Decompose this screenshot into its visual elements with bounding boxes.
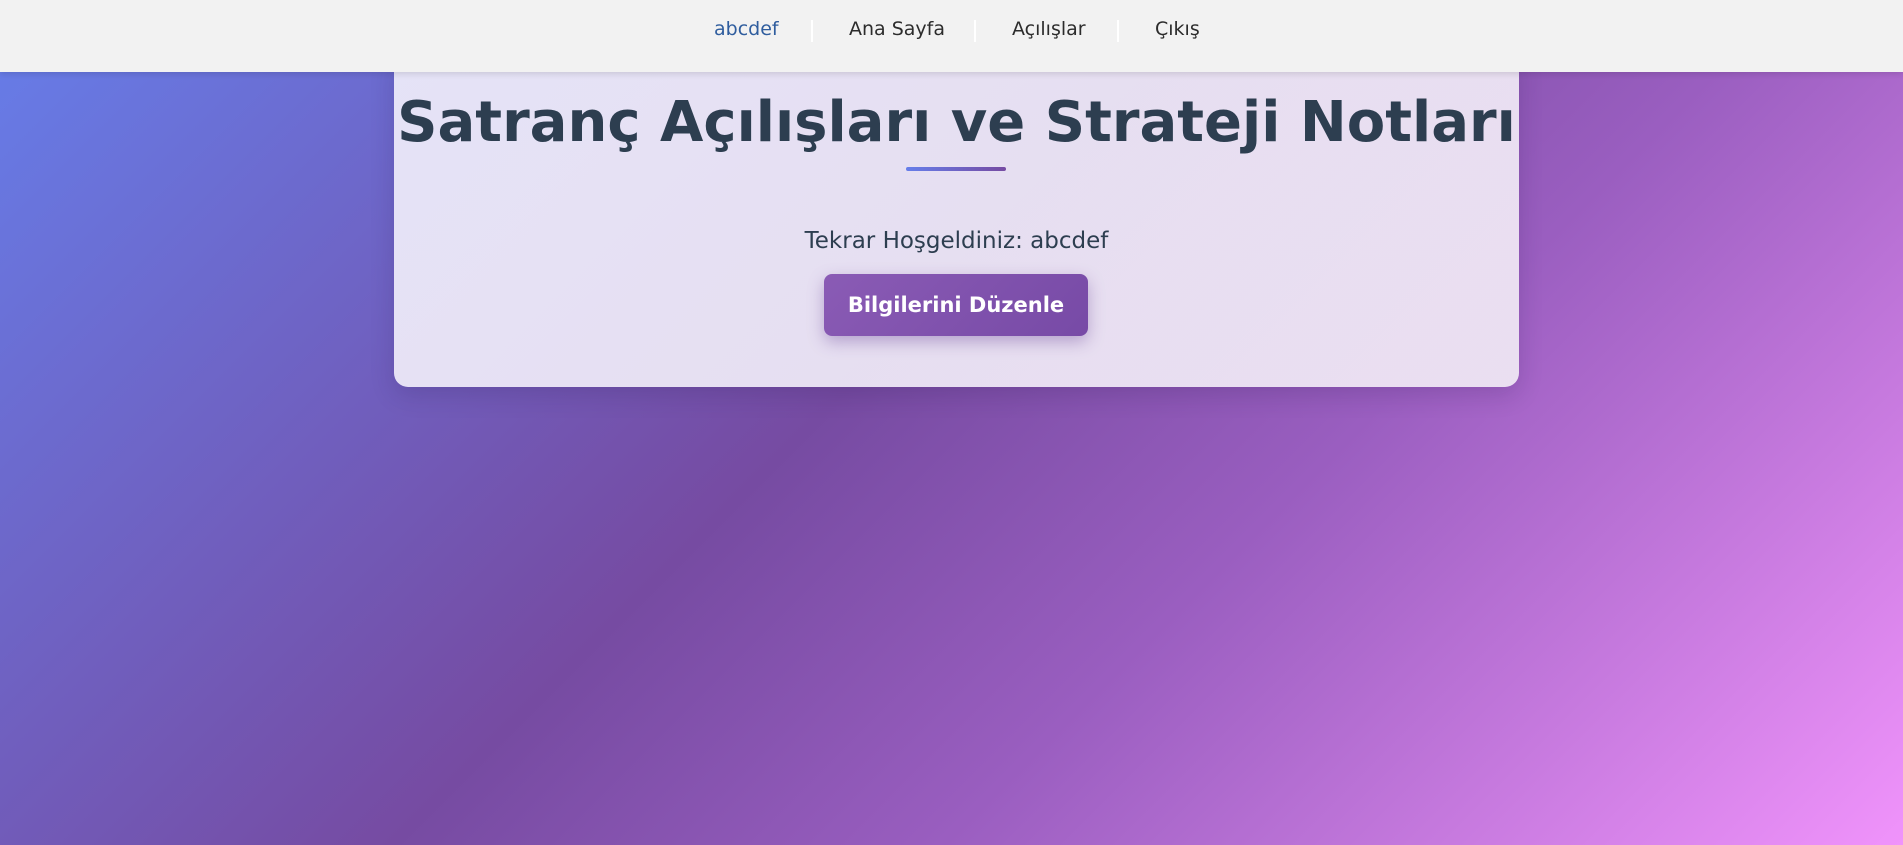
welcome-text: Tekrar Hoşgeldiniz: abcdef xyxy=(804,228,1109,254)
nav-logout-link[interactable]: Çıkış xyxy=(1155,18,1200,40)
welcome-card: Satranç Açılışları ve Strateji Notları T… xyxy=(394,56,1519,387)
nav-separator xyxy=(811,20,813,42)
edit-profile-button[interactable]: Bilgilerini Düzenle xyxy=(824,274,1088,336)
nav-home-link[interactable]: Ana Sayfa xyxy=(849,18,945,40)
page-title: Satranç Açılışları ve Strateji Notları xyxy=(397,90,1516,155)
top-navbar: abcdef Ana Sayfa Açılışlar Çıkış xyxy=(0,0,1903,72)
nav-separator xyxy=(974,20,976,42)
nav-openings-link[interactable]: Açılışlar xyxy=(1012,18,1086,40)
nav-separator xyxy=(1117,20,1119,42)
nav-user-link[interactable]: abcdef xyxy=(714,18,779,40)
title-underline xyxy=(906,167,1006,171)
